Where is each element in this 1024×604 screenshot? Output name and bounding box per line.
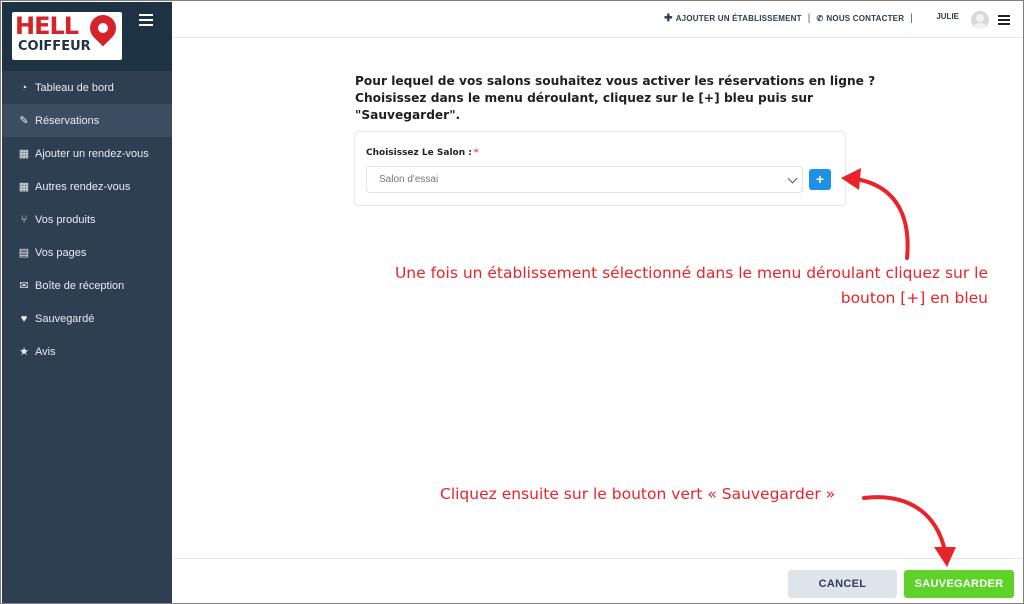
id-card-icon: ▤ xyxy=(18,247,30,259)
sidebar-item-label: Ajouter un rendez-vous xyxy=(35,147,149,160)
sidebar-item-sauvegarde[interactable]: ♥ Sauvegardé xyxy=(2,302,172,335)
sidebar-item-label: Avis xyxy=(35,345,56,358)
salon-select[interactable]: Salon d'essai xyxy=(366,166,803,193)
logo[interactable]: HELL COIFFEUR xyxy=(12,9,122,60)
sidebar-item-label: Tableau de bord xyxy=(35,81,114,94)
instructions-line: Choisissez dans le menu déroulant, cliqu… xyxy=(355,91,814,105)
app-window: HELL COIFFEUR ◔ Tableau de bord ✎ Réserv… xyxy=(0,0,1024,604)
add-salon-button[interactable]: + xyxy=(809,169,831,190)
utensils-icon: ⑂ xyxy=(20,213,28,226)
salon-select-value: Salon d'essai xyxy=(379,174,439,185)
sidebar-item-label: Autres rendez-vous xyxy=(35,180,131,193)
salon-select-card: Choisissez Le Salon : * Salon d'essai + xyxy=(354,131,846,206)
calendar-icon: ▦ xyxy=(18,181,30,193)
instructions-line: Pour lequel de vos salons souhaitez vous… xyxy=(355,74,876,88)
logo-area: HELL COIFFEUR xyxy=(2,2,172,71)
annotation-note-2: Cliquez ensuite sur le bouton vert « Sau… xyxy=(440,485,836,503)
dashboard-icon: ◔ xyxy=(20,81,28,94)
phone-icon: ✆ xyxy=(816,14,824,23)
sidebar-item-reservations[interactable]: ✎ Réservations xyxy=(2,104,172,137)
sidebar-item-label: Vos produits xyxy=(35,213,96,226)
cancel-button[interactable]: CANCEL xyxy=(788,570,897,598)
chevron-down-icon xyxy=(787,173,798,184)
save-button[interactable]: SAUVEGARDER xyxy=(904,570,1014,598)
plus-icon: ✚ xyxy=(664,13,673,24)
envelope-icon: ✉ xyxy=(19,280,29,292)
contact-link[interactable]: NOUS CONTACTER xyxy=(826,14,904,23)
sidebar-item-label: Réservations xyxy=(35,114,100,127)
hamburger-menu-icon[interactable] xyxy=(998,15,1010,26)
separator: | xyxy=(910,13,913,24)
sidebar-item-vos-pages[interactable]: ▤ Vos pages xyxy=(2,236,172,269)
top-links: ✚ AJOUTER UN ÉTABLISSEMENT | ✆ NOUS CONT… xyxy=(664,13,919,24)
heart-icon: ♥ xyxy=(20,312,28,325)
edit-icon: ✎ xyxy=(19,115,29,127)
logo-hello-text: HELL xyxy=(15,12,79,40)
required-mark: * xyxy=(473,148,479,158)
sidebar-item-label: Vos pages xyxy=(35,246,87,259)
sidebar-item-boite-de-reception[interactable]: ✉ Boîte de réception xyxy=(2,269,172,302)
instructions-text: Pour lequel de vos salons souhaitez vous… xyxy=(355,73,876,124)
avatar[interactable] xyxy=(971,11,989,29)
main-content: Pour lequel de vos salons souhaitez vous… xyxy=(172,39,1023,558)
sidebar-toggle-icon[interactable] xyxy=(139,14,153,26)
sidebar-item-label: Boîte de réception xyxy=(35,279,125,292)
sidebar-item-avis[interactable]: ★ Avis xyxy=(2,335,172,368)
sidebar-item-label: Sauvegardé xyxy=(35,312,95,325)
sidebar: HELL COIFFEUR ◔ Tableau de bord ✎ Réserv… xyxy=(2,2,172,603)
star-icon: ★ xyxy=(19,346,29,358)
separator: | xyxy=(807,13,811,24)
sidebar-item-ajouter-rendez-vous[interactable]: ▦ Ajouter un rendez-vous xyxy=(2,137,172,170)
annotation-line: bouton [+] en bleu xyxy=(840,289,988,307)
calendar-icon: ▦ xyxy=(18,148,30,160)
add-establishment-link[interactable]: AJOUTER UN ÉTABLISSEMENT xyxy=(676,14,802,23)
logo-coiffeur-text: COIFFEUR xyxy=(18,39,91,54)
sidebar-item-vos-produits[interactable]: ⑂ Vos produits xyxy=(2,203,172,236)
form-footer: CANCEL SAUVEGARDER xyxy=(172,558,1023,603)
user-name[interactable]: JULIE xyxy=(936,12,959,21)
sidebar-item-autres-rendez-vous[interactable]: ▦ Autres rendez-vous xyxy=(2,170,172,203)
instructions-line: "Sauvegarder". xyxy=(355,108,461,122)
annotation-line: Une fois un établissement sélectionné da… xyxy=(394,264,988,282)
salon-field-label: Choisissez Le Salon : * xyxy=(366,148,479,158)
top-bar: ✚ AJOUTER UN ÉTABLISSEMENT | ✆ NOUS CONT… xyxy=(172,2,1023,38)
annotation-note-1: Une fois un établissement sélectionné da… xyxy=(342,261,988,311)
sidebar-nav: ◔ Tableau de bord ✎ Réservations ▦ Ajout… xyxy=(2,71,172,368)
sidebar-item-tableau-de-bord[interactable]: ◔ Tableau de bord xyxy=(2,71,172,104)
